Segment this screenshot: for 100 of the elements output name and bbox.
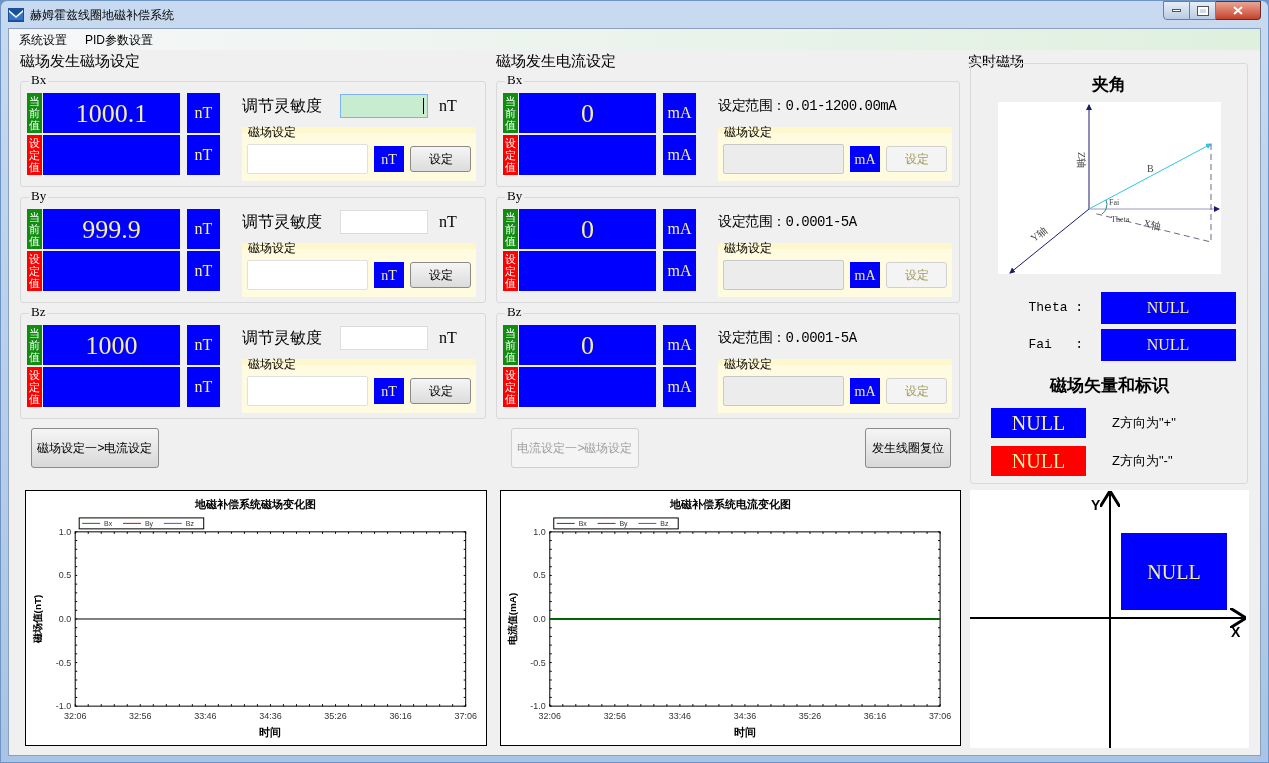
app-icon xyxy=(8,7,24,22)
x-axis-label: X xyxy=(1231,623,1241,642)
current-value-label: 当前值 xyxy=(503,325,518,365)
current-value-display: 0 xyxy=(519,93,656,133)
unit-label: nT xyxy=(187,367,220,407)
close-icon xyxy=(1233,6,1243,15)
menu-item[interactable]: 系统设置 xyxy=(19,30,67,49)
legend-text: Z方向为"+" xyxy=(1112,414,1176,433)
setting-input[interactable] xyxy=(247,260,368,290)
setting-input[interactable] xyxy=(247,144,368,174)
unit-label: mA xyxy=(850,378,880,404)
setting-group-title: 磁场设定 xyxy=(248,357,296,371)
unit-label: mA xyxy=(850,146,880,172)
setting-group-title: 磁场设定 xyxy=(724,125,772,139)
sensitivity-label: 调节灵敏度 xyxy=(242,328,323,348)
theta-label: Theta xyxy=(1110,214,1129,224)
current-value-label: 当前值 xyxy=(27,325,42,365)
range-text: 设定范围：0.01-1200.00mA xyxy=(718,96,897,116)
legend-text: Z方向为"-" xyxy=(1112,452,1173,471)
x-axis-label: X轴 xyxy=(1142,216,1162,232)
unit-label: nT xyxy=(439,328,457,348)
x-tick-label: 36:16 xyxy=(389,711,412,722)
current-value-label: 当前值 xyxy=(27,209,42,249)
text-cursor-icon xyxy=(423,98,424,114)
unit-label: nT xyxy=(374,262,404,288)
unit-label: nT xyxy=(187,93,220,133)
x-tick-label: 35:26 xyxy=(324,711,347,722)
y-tick-label: -0.5 xyxy=(530,657,546,668)
sensitivity-input[interactable] xyxy=(340,94,428,118)
y-tick-label: 1.0 xyxy=(533,526,546,537)
vector-label: B xyxy=(1146,162,1154,174)
setting-input[interactable] xyxy=(247,376,368,406)
minimize-button[interactable] xyxy=(1163,1,1190,20)
current-value-display: 0 xyxy=(519,209,656,249)
current-value-label: 当前值 xyxy=(503,209,518,249)
unit-label: mA xyxy=(663,135,696,175)
y-tick-label: -1.0 xyxy=(530,701,546,712)
chart-title: 地磁补偿系统电流变化图 xyxy=(669,498,791,510)
maximize-button[interactable] xyxy=(1190,1,1216,20)
x-tick-label: 33:46 xyxy=(194,711,217,722)
angle-value-display: NULL xyxy=(1100,291,1236,324)
angle-label: Theta : xyxy=(1027,298,1085,317)
current-value-label: 当前值 xyxy=(27,93,42,133)
unit-label: mA xyxy=(663,251,696,291)
sensitivity-label: 调节灵敏度 xyxy=(242,212,323,232)
x-tick-label: 32:56 xyxy=(603,711,627,722)
set-button[interactable]: 设定 xyxy=(410,378,471,404)
set-value-label: 设定值 xyxy=(503,135,518,175)
unit-label: nT xyxy=(439,212,457,232)
y-tick-label: 0.5 xyxy=(533,570,546,581)
setting-group-title: 磁场设定 xyxy=(724,241,772,255)
x-tick-label: 37:06 xyxy=(454,711,477,722)
current-value-display: 1000 xyxy=(43,325,180,365)
y-tick-label: 1.0 xyxy=(58,526,72,537)
angle-title: 夹角 xyxy=(1092,74,1126,96)
y-tick-label: 0.5 xyxy=(58,570,72,581)
setting-group-title: 磁场设定 xyxy=(248,125,296,139)
x-tick-label: 32:06 xyxy=(538,711,561,722)
y-axis-label: Y轴 xyxy=(1027,223,1049,244)
unit-label: mA xyxy=(663,367,696,407)
sensitivity-input[interactable] xyxy=(340,210,428,234)
x-tick-label: 36:16 xyxy=(863,711,887,722)
menu-item[interactable]: PID参数设置 xyxy=(85,30,153,49)
set-button[interactable]: 设定 xyxy=(410,262,471,288)
section-title: 磁场发生电流设定 xyxy=(496,51,617,71)
setting-group-title: 磁场设定 xyxy=(248,241,296,255)
y-axis-title: 电流值(mA) xyxy=(506,592,518,646)
unit-label: mA xyxy=(663,209,696,249)
angle-value-display: NULL xyxy=(1100,328,1236,361)
set-button[interactable]: 设定 xyxy=(410,146,471,172)
action-button[interactable]: 磁场设定一>电流设定 xyxy=(31,428,159,468)
set-value-label: 设定值 xyxy=(27,251,42,291)
unit-label: nT xyxy=(187,209,220,249)
unit-label: mA xyxy=(663,93,696,133)
action-button[interactable]: 发生线圈复位 xyxy=(865,428,951,468)
x-tick-label: 33:46 xyxy=(668,711,692,722)
setting-group-title: 磁场设定 xyxy=(724,357,772,371)
y-tick-label: -0.5 xyxy=(55,657,72,668)
set-value-label: 设定值 xyxy=(27,367,42,407)
set-value-label: 设定值 xyxy=(503,367,518,407)
close-button[interactable] xyxy=(1216,1,1261,20)
unit-label: nT xyxy=(187,251,220,291)
current-value-label: 当前值 xyxy=(503,93,518,133)
window-title: 赫姆霍兹线圈地磁补偿系统 xyxy=(30,6,174,24)
legend-title: 磁场矢量和标识 xyxy=(1049,374,1169,397)
x-tick-label: 32:06 xyxy=(64,711,87,722)
range-text: 设定范围：0.0001-5A xyxy=(718,328,857,348)
y-tick-label: -1.0 xyxy=(55,701,72,712)
unit-label: nT xyxy=(374,378,404,404)
current-value-display: 0 xyxy=(519,325,656,365)
sensitivity-input[interactable] xyxy=(340,326,428,350)
section-title: 磁场发生磁场设定 xyxy=(20,51,141,71)
x-tick-label: 32:56 xyxy=(129,711,152,722)
range-text: 设定范围：0.0001-5A xyxy=(718,212,857,232)
angle-label: Fai : xyxy=(1027,335,1085,354)
y-axis-label: Y xyxy=(1091,496,1101,515)
x-tick-label: 34:36 xyxy=(733,711,757,722)
unit-label: nT xyxy=(187,135,220,175)
x-tick-label: 35:26 xyxy=(798,711,822,722)
fai-label: Fai xyxy=(1108,197,1119,207)
